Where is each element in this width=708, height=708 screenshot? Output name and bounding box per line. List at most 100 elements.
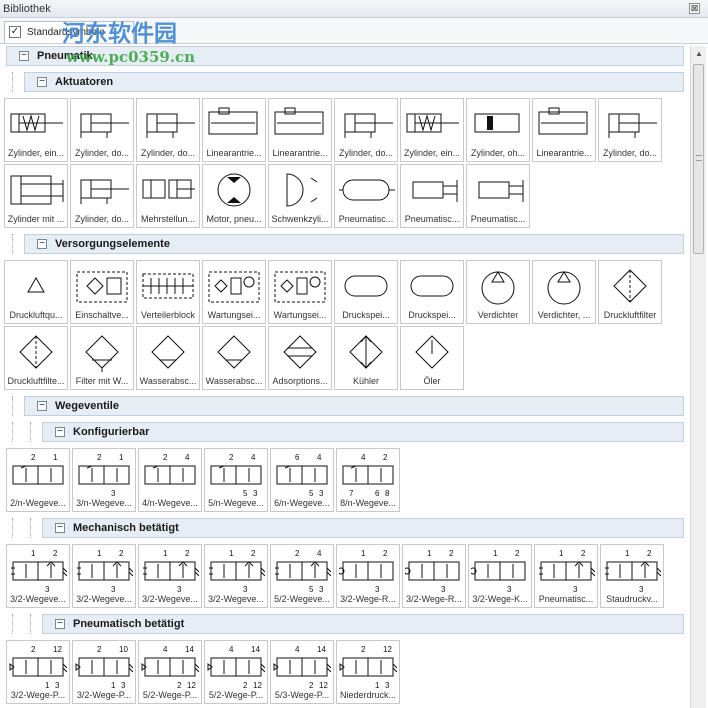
symbol-tile[interactable]: 2 4 6 8 7 8/n-Wegeve... (336, 448, 400, 512)
group-header-pneumatik[interactable]: − Pneumatik (6, 46, 684, 66)
symbol-tile[interactable]: Zylinder, do... (598, 98, 662, 162)
group-header-pneumatisch-betätigt[interactable]: − Pneumatisch betätigt (42, 614, 684, 634)
cylinder-no-rod-icon (474, 113, 520, 133)
symbol-tile[interactable]: Zylinder, ein... (4, 98, 68, 162)
scrollbar-thumb[interactable] (693, 64, 704, 254)
roller-valve-icon: 2 1 3 (405, 549, 460, 592)
symbol-tile[interactable]: Zylinder, do... (136, 98, 200, 162)
symbol-tile[interactable]: 14 4 2 12 5/2-Wege-P... (204, 640, 268, 704)
window-title: Bibliothek (3, 3, 51, 15)
symbol-tile[interactable]: Pneumatisc... (466, 164, 530, 228)
symbol-tile[interactable]: 4 2 4/n-Wegeve... (138, 448, 202, 512)
group-header-aktuatoren[interactable]: − Aktuatoren (24, 72, 684, 92)
port-number: 5 (243, 489, 248, 496)
port-number: 2 (361, 645, 366, 654)
symbol-label: 5/3-Wege-P... (274, 690, 330, 700)
symbol-label: Zylinder, do... (74, 214, 130, 224)
symbol-tile[interactable]: Verteilerblock (136, 260, 200, 324)
symbol-tile[interactable]: Pneumatisc... (400, 164, 464, 228)
tree-guide-line (30, 422, 31, 442)
collapse-toggle-icon[interactable]: − (37, 239, 47, 249)
symbol-tile[interactable]: Zylinder, do... (70, 98, 134, 162)
symbol-tile[interactable]: Wasserabsc... (136, 326, 200, 390)
symbol-tile[interactable]: Zylinder, oh... (466, 98, 530, 162)
symbol-tile[interactable]: 14 4 2 12 5/2-Wege-P... (138, 640, 202, 704)
symbol-tile[interactable]: Filter mit W... (70, 326, 134, 390)
symbol-tile[interactable]: Mehrstellun... (136, 164, 200, 228)
checkbox-icon[interactable]: ✓ (9, 26, 21, 38)
collapse-toggle-icon[interactable]: − (37, 77, 47, 87)
symbol-label: 3/2-Wegeve... (208, 594, 264, 604)
grip-icon (696, 155, 702, 161)
symbol-tile[interactable]: Linearantrie... (532, 98, 596, 162)
tab-standardsymbole[interactable]: ✓ Standardsymbole (4, 21, 134, 43)
symbol-tile[interactable]: 2 1 3 3/2-Wege-K... (468, 544, 532, 608)
symbol-tile[interactable]: Motor, pneu... (202, 164, 266, 228)
symbol-tile[interactable]: Linearantrie... (268, 98, 332, 162)
symbol-tile[interactable]: Druckluftfilter (598, 260, 662, 324)
symbol-tile[interactable]: Schwenkzyli... (268, 164, 332, 228)
symbol-tile[interactable]: 12 2 1 3 Niederdruck... (336, 640, 400, 704)
symbol-tile[interactable]: 4 2 5 3 5/2-Wegeve... (270, 544, 334, 608)
symbol-tile[interactable]: Verdichter (466, 260, 530, 324)
group-header-mechanisch-betätigt[interactable]: − Mechanisch betätigt (42, 518, 684, 538)
symbol-tile[interactable]: Zylinder mit ... (4, 164, 68, 228)
group-header-wegeventile[interactable]: − Wegeventile (24, 396, 684, 416)
vertical-scrollbar[interactable]: ▲ (690, 46, 706, 708)
symbol-label: Wartungsei... (207, 310, 261, 320)
group-header-konfigurierbar[interactable]: − Konfigurierbar (42, 422, 684, 442)
symbol-tile[interactable]: 2 1 3 3/2-Wegeve... (72, 544, 136, 608)
air-source-icon (27, 276, 45, 293)
collapse-toggle-icon[interactable]: − (37, 401, 47, 411)
symbol-tile[interactable]: 4 2 5 3 5/n-Wegeve... (204, 448, 268, 512)
collapse-toggle-icon[interactable]: − (55, 523, 65, 533)
port-number: 8 (385, 489, 390, 496)
symbol-tile[interactable]: 2 1 3 Pneumatisc... (534, 544, 598, 608)
symbol-tile[interactable]: 1 2 2/n-Wegeve... (6, 448, 70, 512)
cylinder-with-guide-icon (10, 175, 64, 205)
symbol-tile[interactable]: Einschaltve... (70, 260, 134, 324)
symbol-tile[interactable]: Zylinder, ein... (400, 98, 464, 162)
close-icon[interactable]: ⊠ (689, 3, 700, 14)
symbol-tile[interactable]: Wartungsei... (202, 260, 266, 324)
port-number: 12 (319, 681, 328, 688)
collapse-toggle-icon[interactable]: − (19, 51, 29, 61)
symbol-tile[interactable]: Adsorptions... (268, 326, 332, 390)
symbol-tile[interactable]: 2 1 3 3/2-Wegeve... (6, 544, 70, 608)
symbol-tile[interactable]: 2 1 3 3/2-Wege-R... (336, 544, 400, 608)
symbol-label: Linearantrie... (206, 148, 262, 158)
symbol-tile[interactable]: 12 2 1 3 3/2-Wege-P... (6, 640, 70, 704)
symbol-tile[interactable]: Verdichter, ... (532, 260, 596, 324)
symbol-label: Zylinder, do... (602, 148, 658, 158)
symbol-tile[interactable]: 10 2 1 3 3/2-Wege-P... (72, 640, 136, 704)
roller-valve-icon: 2 1 3 (471, 549, 526, 592)
symbol-tile[interactable]: 2 1 3 Staudruckv... (600, 544, 664, 608)
port-number: 3 (55, 681, 60, 688)
symbol-tile[interactable]: Druckspei... (334, 260, 398, 324)
symbol-tile[interactable]: Pneumatisc... (334, 164, 398, 228)
symbol-tile[interactable]: Zylinder, do... (334, 98, 398, 162)
symbol-tile[interactable]: Öler (400, 326, 464, 390)
symbol-tile[interactable]: Druckluftqu... (4, 260, 68, 324)
symbol-tile[interactable]: Druckspei... (400, 260, 464, 324)
port-number: 12 (53, 645, 62, 654)
symbol-tile[interactable]: Zylinder, do... (70, 164, 134, 228)
symbol-tile[interactable]: 2 1 3 3/2-Wegeve... (138, 544, 202, 608)
symbol-tile[interactable]: 2 1 3 3/2-Wegeve... (204, 544, 268, 608)
collapse-toggle-icon[interactable]: − (55, 619, 65, 629)
symbol-tile[interactable]: Wartungsei... (268, 260, 332, 324)
port-number: 2 (119, 549, 124, 558)
symbol-tile[interactable]: Linearantrie... (202, 98, 266, 162)
symbol-label: Linearantrie... (272, 148, 328, 158)
symbol-tile[interactable]: Kühler (334, 326, 398, 390)
symbol-tile[interactable]: 4 6 5 3 6/n-Wegeve... (270, 448, 334, 512)
group-header-versorgungselemente[interactable]: − Versorgungselemente (24, 234, 684, 254)
symbol-tile[interactable]: Wasserabsc... (202, 326, 266, 390)
symbol-tile[interactable]: Druckluftfilte... (4, 326, 68, 390)
symbol-label: Druckspei... (342, 310, 390, 320)
collapse-toggle-icon[interactable]: − (55, 427, 65, 437)
symbol-tile[interactable]: 14 4 2 12 5/3-Wege-P... (270, 640, 334, 704)
symbol-tile[interactable]: 2 1 3 3/2-Wege-R... (402, 544, 466, 608)
symbol-tile[interactable]: 1 2 3 3/n-Wegeve... (72, 448, 136, 512)
scroll-up-arrow-icon[interactable]: ▲ (692, 47, 706, 61)
